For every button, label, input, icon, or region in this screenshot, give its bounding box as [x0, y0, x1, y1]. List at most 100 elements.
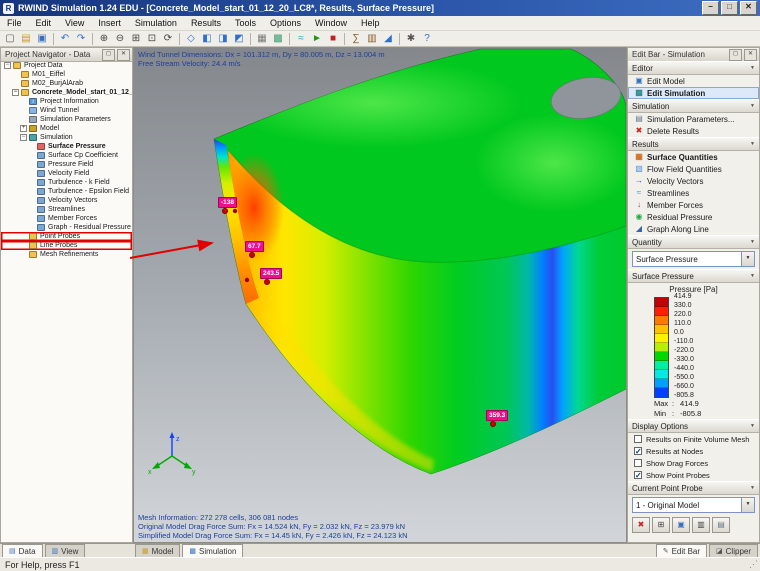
view-isometric-icon[interactable]: ◇ — [183, 32, 199, 46]
menu-item-options[interactable]: Options — [263, 17, 308, 29]
new-project-icon[interactable]: ▢ — [2, 32, 18, 46]
zoom-in-icon[interactable]: ⊕ — [96, 32, 112, 46]
tree-item-velocity-field[interactable]: Velocity Field — [1, 169, 132, 178]
tree-item-turbulence-k-field[interactable]: Turbulence - k Field — [1, 178, 132, 187]
zoom-out-icon[interactable]: ⊖ — [112, 32, 128, 46]
tree-item-simulation-parameters[interactable]: Simulation Parameters — [1, 115, 132, 124]
menu-item-results[interactable]: Results — [184, 17, 228, 29]
help-icon[interactable]: ? — [419, 32, 435, 46]
result-tables-icon[interactable]: ▥ — [364, 32, 380, 46]
minimize-button[interactable]: − — [702, 1, 719, 15]
panel-tab-clipper[interactable]: ◪Clipper — [709, 544, 758, 557]
tree-item-pressure-field[interactable]: Pressure Field — [1, 160, 132, 169]
redo-icon[interactable]: ↷ — [73, 32, 89, 46]
save-probe-button[interactable]: ▣ — [672, 517, 690, 533]
tree-item-wind-tunnel[interactable]: Wind Tunnel — [1, 106, 132, 115]
option-show-drag-forces[interactable]: Show Drag Forces — [628, 457, 759, 469]
menu-item-window[interactable]: Window — [308, 17, 354, 29]
tree-item-point-probes[interactable]: Point Probes — [1, 232, 132, 241]
view-front-icon[interactable]: ◧ — [199, 32, 215, 46]
nav-tab-data[interactable]: ▤Data — [2, 544, 43, 557]
open-project-icon[interactable]: ▤ — [18, 32, 34, 46]
menu-item-help[interactable]: Help — [354, 17, 387, 29]
tree-item-concrete-model-start-01-12-20-lc8[interactable]: −Concrete_Model_start_01_12_20_LC8* — [1, 88, 132, 97]
wind-tunnel-icon[interactable]: ≈ — [293, 32, 309, 46]
quantity-dropdown[interactable]: Surface Pressure▼ — [632, 251, 755, 267]
tree-item-m02-burjalarab[interactable]: M02_BurjAlArab — [1, 79, 132, 88]
resize-grip[interactable]: ⋰ — [749, 559, 758, 570]
menu-item-simulation[interactable]: Simulation — [128, 17, 184, 29]
tree-item-velocity-vectors[interactable]: Velocity Vectors — [1, 196, 132, 205]
nav-tab-view[interactable]: ▥View — [45, 544, 86, 557]
section-header-display-options[interactable]: Display Options▼ — [628, 419, 759, 433]
editbar-item-member-forces[interactable]: ↓Member Forces — [628, 199, 759, 211]
tree-expander-icon[interactable]: − — [12, 89, 19, 96]
editbar-item-velocity-vectors[interactable]: →Velocity Vectors — [628, 175, 759, 187]
tree-expander-icon[interactable]: + — [20, 125, 27, 132]
tree-item-turbulence-epsilon-field[interactable]: Turbulence - Epsilon Field — [1, 187, 132, 196]
probe-table-button[interactable]: ▥ — [692, 517, 710, 533]
editbar-item-simulation-parameters[interactable]: ▤Simulation Parameters... — [628, 113, 759, 125]
options-icon[interactable]: ✱ — [403, 32, 419, 46]
editbar-item-edit-model[interactable]: ▣Edit Model — [628, 75, 759, 87]
editbar-item-edit-simulation[interactable]: ▩Edit Simulation — [628, 87, 759, 99]
save-icon[interactable]: ▣ — [34, 32, 50, 46]
undo-icon[interactable]: ↶ — [57, 32, 73, 46]
graph-icon[interactable]: ◢ — [380, 32, 396, 46]
menu-item-view[interactable]: View — [58, 17, 91, 29]
wireframe-mode-icon[interactable]: ▦ — [254, 32, 270, 46]
editbar-item-surface-quantities[interactable]: ▦Surface Quantities — [628, 151, 759, 163]
option-show-point-probes[interactable]: ✓Show Point Probes — [628, 469, 759, 481]
current-point-probe-dropdown[interactable]: 1 - Original Model▼ — [632, 497, 755, 513]
section-header-quantity[interactable]: Quantity▼ — [628, 235, 759, 249]
option-results-at-nodes[interactable]: ✓Results at Nodes — [628, 445, 759, 457]
tree-item-graph-residual-pressure[interactable]: Graph - Residual Pressure — [1, 223, 132, 232]
section-header-simulation[interactable]: Simulation▼ — [628, 99, 759, 113]
section-header-current-point-probe[interactable]: Current Point Probe▼ — [628, 481, 759, 495]
results-icon[interactable]: ∑ — [348, 32, 364, 46]
tree-item-model[interactable]: +Model — [1, 124, 132, 133]
view-tab-model[interactable]: ▦Model — [135, 544, 180, 557]
stop-simulation-icon[interactable]: ■ — [325, 32, 341, 46]
panel-close-icon[interactable]: ✕ — [117, 49, 130, 61]
shaded-mode-icon[interactable]: ▩ — [270, 32, 286, 46]
zoom-fit-icon[interactable]: ⊡ — [144, 32, 160, 46]
tree-item-surface-cp-coefficient[interactable]: Surface Cp Coefficient — [1, 151, 132, 160]
editbar-item-delete-results[interactable]: ✖Delete Results — [628, 125, 759, 137]
tree-item-surface-pressure[interactable]: Surface Pressure — [1, 142, 132, 151]
menu-item-edit[interactable]: Edit — [29, 17, 59, 29]
viewport-3d[interactable]: z x y Wind Tunnel Dimensions: Dx = 101.3… — [133, 47, 627, 543]
tree-item-streamlines[interactable]: Streamlines — [1, 205, 132, 214]
view-tab-simulation[interactable]: ▩Simulation — [182, 544, 243, 557]
tree-item-project-information[interactable]: iProject Information — [1, 97, 132, 106]
tree-item-project-data[interactable]: −Project Data — [1, 61, 132, 70]
menu-item-file[interactable]: File — [0, 17, 29, 29]
view-side-icon[interactable]: ◨ — [215, 32, 231, 46]
editbar-item-residual-pressure[interactable]: ◉Residual Pressure — [628, 211, 759, 223]
option-results-on-finite-volume-mesh[interactable]: Results on Finite Volume Mesh — [628, 433, 759, 445]
close-button[interactable]: ✕ — [740, 1, 757, 15]
panel-close-icon[interactable]: ✕ — [744, 49, 757, 61]
panel-tab-edit-bar[interactable]: ✎Edit Bar — [656, 544, 707, 557]
section-header-results[interactable]: Results▼ — [628, 137, 759, 151]
section-header-surface-pressure[interactable]: Surface Pressure▼ — [628, 269, 759, 283]
menu-item-insert[interactable]: Insert — [91, 17, 128, 29]
tree-item-member-forces[interactable]: Member Forces — [1, 214, 132, 223]
tree-item-line-probes[interactable]: Line Probes — [1, 241, 132, 250]
editbar-item-flow-field-quantities[interactable]: ▧Flow Field Quantities — [628, 163, 759, 175]
editbar-item-graph-along-line[interactable]: ◢Graph Along Line — [628, 223, 759, 235]
tree-expander-icon[interactable]: − — [20, 134, 27, 141]
menu-item-tools[interactable]: Tools — [228, 17, 263, 29]
probe-settings-button[interactable]: ▤ — [712, 517, 730, 533]
rotate-view-icon[interactable]: ⟳ — [160, 32, 176, 46]
editbar-item-streamlines[interactable]: ≈Streamlines — [628, 187, 759, 199]
tree-expander-icon[interactable]: − — [4, 62, 11, 69]
panel-menu-icon[interactable]: ◻ — [729, 49, 742, 61]
tree-item-m01-eiffel[interactable]: M01_Eiffel — [1, 70, 132, 79]
tree-item-mesh-refinements[interactable]: Mesh Refinements — [1, 250, 132, 259]
tree-item-simulation[interactable]: −Simulation — [1, 133, 132, 142]
delete-probe-button[interactable]: ✖ — [632, 517, 650, 533]
new-probe-button[interactable]: ⊞ — [652, 517, 670, 533]
run-simulation-icon[interactable]: ► — [309, 32, 325, 46]
panel-menu-icon[interactable]: ◻ — [102, 49, 115, 61]
